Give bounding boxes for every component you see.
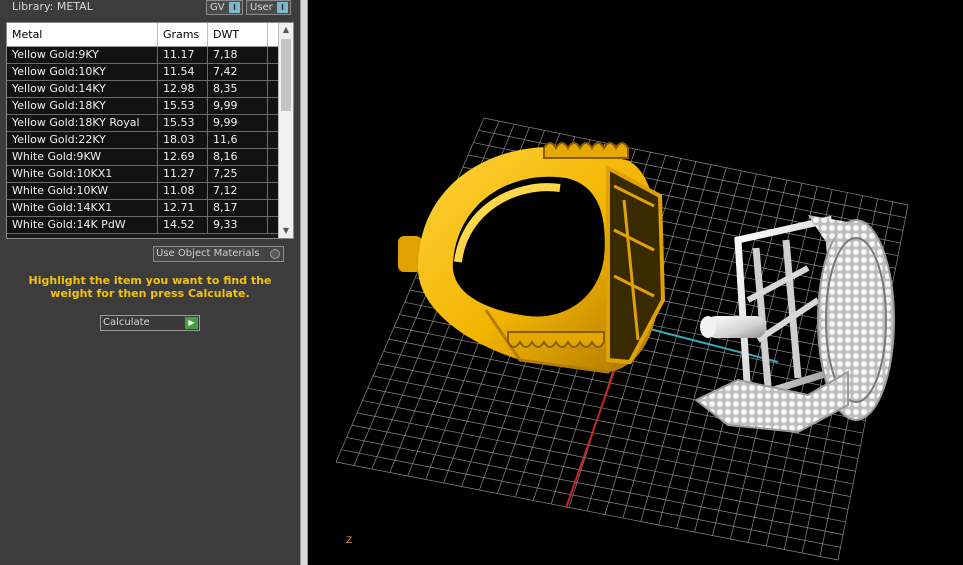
scene-canvas[interactable] [308, 0, 963, 565]
grams-cell: 11.17 [158, 47, 208, 63]
column-header-dwt[interactable]: DWT [208, 23, 268, 46]
table-row[interactable]: Yellow Gold:18KY Royal 15.53 9,99 [7, 115, 279, 132]
grams-cell: 15.53 [158, 98, 208, 114]
table-body: Yellow Gold:9KY 11.17 7,18 Yellow Gold:10KY… [7, 47, 279, 234]
column-header-metal[interactable]: Metal [7, 23, 158, 46]
scroll-down-icon[interactable]: ▼ [279, 224, 293, 238]
axis-gizmo-label: Z [346, 536, 353, 546]
gv-toggle[interactable]: GV I [206, 0, 243, 15]
play-arrow-icon[interactable]: ▶ [185, 317, 198, 329]
table-row[interactable]: Yellow Gold:10KY 11.54 7,42 [7, 64, 279, 81]
instruction-text: Highlight the item you want to find the … [28, 274, 272, 300]
user-toggle[interactable]: User I [246, 0, 291, 15]
calculate-button[interactable]: Calculate ▶ [100, 315, 200, 331]
table-row[interactable]: Yellow Gold:18KY 15.53 9,99 [7, 98, 279, 115]
panel-splitter[interactable] [300, 0, 308, 565]
table-row[interactable]: Yellow Gold:9KY 11.17 7,18 [7, 47, 279, 64]
grams-cell: 12.71 [158, 200, 208, 216]
metal-cell: Yellow Gold:22KY [7, 132, 158, 148]
grams-cell: 12.69 [158, 149, 208, 165]
table-row[interactable]: Yellow Gold:22KY 18.03 11,6 [7, 132, 279, 149]
dwt-cell: 7,12 [208, 183, 268, 199]
metal-weight-table: Metal Grams DWT Yellow Gold:9KY 11.17 7,18… [6, 22, 294, 239]
metal-cell: Yellow Gold:9KY [7, 47, 158, 63]
table-row[interactable]: White Gold:10KW 11.08 7,12 [7, 183, 279, 200]
radio-icon[interactable] [270, 249, 280, 259]
dwt-cell: 9,33 [208, 217, 268, 233]
grams-cell: 11.27 [158, 166, 208, 182]
gv-toggle-label: GV [210, 2, 225, 13]
dwt-cell: 8,17 [208, 200, 268, 216]
library-title: Library: METAL [12, 0, 93, 13]
calculate-label: Calculate [103, 317, 150, 328]
user-toggle-indicator-icon: I [277, 2, 288, 13]
head-cylinder-cap [700, 316, 716, 338]
gold-ring-model[interactable] [398, 142, 666, 374]
table-scrollbar[interactable]: ▲ ▼ [278, 23, 293, 238]
dwt-cell: 11,6 [208, 132, 268, 148]
grid-line [341, 449, 841, 548]
silver-ring-head-model[interactable] [694, 215, 895, 434]
grid-line [346, 437, 844, 535]
use-object-materials-option[interactable]: Use Object Materials [153, 246, 284, 262]
grams-cell: 14.52 [158, 217, 208, 233]
dwt-cell: 7,42 [208, 64, 268, 80]
weight-calculator-panel: Library: METAL GV I User I Metal Grams D… [0, 0, 300, 565]
app-window: Library: METAL GV I User I Metal Grams D… [0, 0, 963, 565]
dwt-cell: 7,25 [208, 166, 268, 182]
scroll-thumb[interactable] [281, 39, 291, 111]
dwt-cell: 8,35 [208, 81, 268, 97]
metal-cell: Yellow Gold:14KY [7, 81, 158, 97]
metal-cell: White Gold:10KW [7, 183, 158, 199]
3d-viewport[interactable]: Z [308, 0, 963, 565]
table-row[interactable]: White Gold:14K PdW 14.52 9,33 [7, 217, 279, 234]
gv-toggle-indicator-icon: I [229, 2, 240, 13]
use-object-materials-label: Use Object Materials [156, 248, 260, 259]
grams-cell: 18.03 [158, 132, 208, 148]
table-row[interactable]: White Gold:9KW 12.69 8,16 [7, 149, 279, 166]
table-row[interactable]: White Gold:10KX1 11.27 7,25 [7, 166, 279, 183]
dwt-cell: 9,99 [208, 98, 268, 114]
user-toggle-label: User [250, 2, 273, 13]
grams-cell: 11.54 [158, 64, 208, 80]
grid-line [351, 424, 846, 523]
grams-cell: 11.08 [158, 183, 208, 199]
metal-cell: White Gold:14KX1 [7, 200, 158, 216]
metal-cell: Yellow Gold:18KY [7, 98, 158, 114]
scroll-up-icon[interactable]: ▲ [279, 23, 293, 37]
column-header-grams[interactable]: Grams [158, 23, 208, 46]
table-row[interactable]: Yellow Gold:14KY 12.98 8,35 [7, 81, 279, 98]
metal-cell: White Gold:9KW [7, 149, 158, 165]
metal-cell: Yellow Gold:18KY Royal [7, 115, 158, 131]
dwt-cell: 7,18 [208, 47, 268, 63]
metal-cell: White Gold:14K PdW [7, 217, 158, 233]
metal-cell: Yellow Gold:10KY [7, 64, 158, 80]
dwt-cell: 9,99 [208, 115, 268, 131]
grid-line [335, 461, 839, 561]
dwt-cell: 8,16 [208, 149, 268, 165]
table-row[interactable]: White Gold:14KX1 12.71 8,17 [7, 200, 279, 217]
grams-cell: 12.98 [158, 81, 208, 97]
grams-cell: 15.53 [158, 115, 208, 131]
table-header: Metal Grams DWT [7, 23, 279, 47]
grid-line [748, 189, 833, 543]
metal-cell: White Gold:10KX1 [7, 166, 158, 182]
